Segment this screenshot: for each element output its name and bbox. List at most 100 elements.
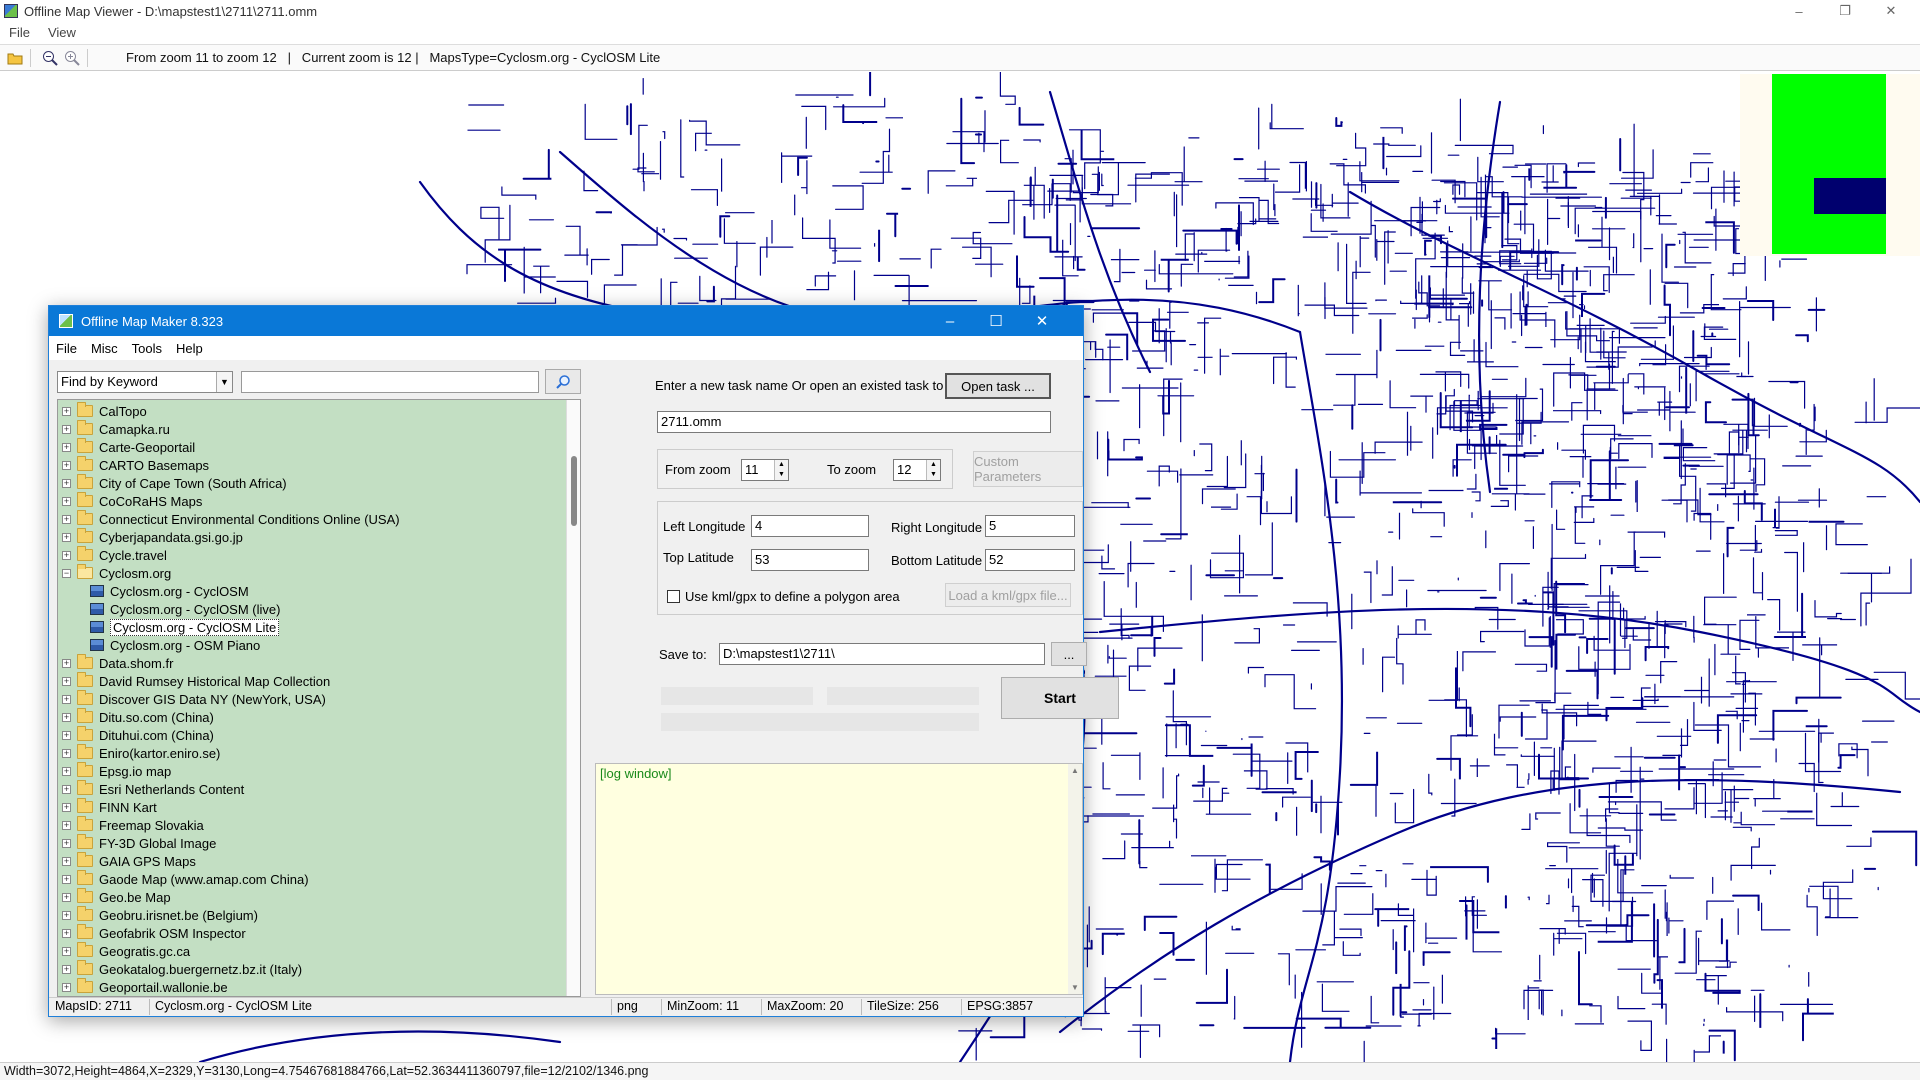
expand-icon[interactable]: +	[62, 460, 71, 470]
tree-folder-item[interactable]: + CoCoRaHS Maps	[58, 492, 202, 510]
expand-icon[interactable]: +	[62, 550, 71, 560]
expand-icon[interactable]: +	[62, 406, 71, 416]
collapse-icon[interactable]: −	[62, 568, 71, 578]
open-folder-icon[interactable]	[4, 48, 26, 68]
maximize-button[interactable]: ❐	[1822, 0, 1868, 22]
tree-folder-item[interactable]: + Camapka.ru	[58, 420, 170, 438]
tree-folder-item[interactable]: + Eniro(kartor.eniro.se)	[58, 744, 220, 762]
expand-icon[interactable]: +	[62, 928, 71, 938]
tree-map-item[interactable]: Cyclosm.org - CyclOSM	[90, 582, 249, 600]
to-zoom-stepper[interactable]: 12 ▲ ▼	[893, 459, 941, 481]
tree-folder-item[interactable]: + Dituhui.com (China)	[58, 726, 214, 744]
tree-folder-item[interactable]: + Geogratis.gc.ca	[58, 942, 190, 960]
expand-icon[interactable]: +	[62, 766, 71, 776]
tree-folder-item[interactable]: + Gaode Map (www.amap.com China)	[58, 870, 309, 888]
tree-folder-item[interactable]: + FINN Kart	[58, 798, 157, 816]
spin-down-icon[interactable]: ▼	[774, 470, 788, 480]
log-scrollbar[interactable]: ▲ ▼	[1068, 764, 1082, 994]
dialog-menu-help[interactable]: Help	[169, 341, 210, 356]
right-longitude-field[interactable]: 5	[985, 515, 1075, 537]
tree-folder-item[interactable]: + Esri Netherlands Content	[58, 780, 244, 798]
expand-icon[interactable]: +	[62, 892, 71, 902]
dialog-maximize-button[interactable]: ☐	[973, 306, 1019, 336]
task-name-field[interactable]: 2711.omm	[657, 411, 1051, 433]
tree-folder-item[interactable]: + Carte-Geoportail	[58, 438, 195, 456]
zoom-in-icon[interactable]	[61, 48, 83, 68]
chevron-down-icon[interactable]: ▼	[216, 372, 232, 392]
log-window[interactable]: [log window] ▲ ▼	[595, 763, 1083, 995]
save-path-field[interactable]: D:\mapstest1\2711\	[719, 643, 1045, 665]
search-button[interactable]	[545, 369, 581, 394]
tree-folder-item[interactable]: + Data.shom.fr	[58, 654, 173, 672]
expand-icon[interactable]: +	[62, 442, 71, 452]
scroll-down-icon[interactable]: ▼	[1068, 983, 1082, 992]
tree-folder-item[interactable]: + FY-3D Global Image	[58, 834, 216, 852]
tree-folder-item[interactable]: + Geo.be Map	[58, 888, 171, 906]
tree-map-item[interactable]: Cyclosm.org - CyclOSM (live)	[90, 600, 280, 618]
dialog-minimize-button[interactable]: –	[927, 306, 973, 336]
tree-folder-item[interactable]: + CARTO Basemaps	[58, 456, 209, 474]
expand-icon[interactable]: +	[62, 964, 71, 974]
tree-folder-item[interactable]: + Discover GIS Data NY (NewYork, USA)	[58, 690, 326, 708]
tree-folder-item[interactable]: + Cycle.travel	[58, 546, 167, 564]
tree-folder-item[interactable]: + City of Cape Town (South Africa)	[58, 474, 287, 492]
find-mode-select[interactable]: Find by Keyword ▼	[57, 371, 233, 393]
from-zoom-stepper[interactable]: 11 ▲ ▼	[741, 459, 789, 481]
minimap[interactable]	[1740, 74, 1920, 256]
expand-icon[interactable]: +	[62, 730, 71, 740]
tree-folder-item[interactable]: + Geokatalog.buergernetz.bz.it (Italy)	[58, 960, 302, 978]
dialog-menu-tools[interactable]: Tools	[125, 341, 169, 356]
expand-icon[interactable]: +	[62, 712, 71, 722]
tree-map-item[interactable]: Cyclosm.org - OSM Piano	[90, 636, 260, 654]
spin-down-icon[interactable]: ▼	[926, 470, 940, 480]
dialog-menu-misc[interactable]: Misc	[84, 341, 125, 356]
expand-icon[interactable]: +	[62, 982, 71, 992]
menu-file[interactable]: File	[0, 25, 39, 40]
zoom-out-icon[interactable]	[39, 48, 61, 68]
scrollbar-thumb[interactable]	[571, 456, 577, 526]
expand-icon[interactable]: +	[62, 658, 71, 668]
expand-icon[interactable]: +	[62, 838, 71, 848]
expand-icon[interactable]: +	[62, 424, 71, 434]
custom-parameters-button[interactable]: Custom Parameters	[973, 451, 1083, 487]
tree-folder-item[interactable]: + Cyberjapandata.gsi.go.jp	[58, 528, 243, 546]
dialog-close-button[interactable]: ✕	[1019, 306, 1065, 336]
top-latitude-field[interactable]: 53	[751, 549, 869, 571]
tree-folder-item[interactable]: + David Rumsey Historical Map Collection	[58, 672, 330, 690]
expand-icon[interactable]: +	[62, 784, 71, 794]
expand-icon[interactable]: +	[62, 748, 71, 758]
dialog-menu-file[interactable]: File	[49, 341, 84, 356]
expand-icon[interactable]: +	[62, 802, 71, 812]
left-longitude-field[interactable]: 4	[751, 515, 869, 537]
open-task-button[interactable]: Open task ...	[945, 373, 1051, 399]
tree-folder-item[interactable]: + Connecticut Environmental Conditions On…	[58, 510, 400, 528]
expand-icon[interactable]: +	[62, 532, 71, 542]
expand-icon[interactable]: +	[62, 514, 71, 524]
tree-folder-item[interactable]: + Ditu.so.com (China)	[58, 708, 214, 726]
tree-folder-item[interactable]: + CalTopo	[58, 402, 147, 420]
bottom-latitude-field[interactable]: 52	[985, 549, 1075, 571]
minimap-viewport[interactable]	[1814, 178, 1886, 214]
expand-icon[interactable]: +	[62, 946, 71, 956]
expand-icon[interactable]: +	[62, 910, 71, 920]
close-button[interactable]: ✕	[1868, 0, 1914, 22]
expand-icon[interactable]: +	[62, 856, 71, 866]
tree-folder-item[interactable]: + Epsg.io map	[58, 762, 171, 780]
expand-icon[interactable]: +	[62, 694, 71, 704]
tree-folder-item[interactable]: + Geobru.irisnet.be (Belgium)	[58, 906, 258, 924]
tree-folder-item[interactable]: + Freemap Slovakia	[58, 816, 204, 834]
expand-icon[interactable]: +	[62, 496, 71, 506]
load-kml-button[interactable]: Load a kml/gpx file...	[945, 583, 1071, 607]
expand-icon[interactable]: +	[62, 820, 71, 830]
browse-button[interactable]: ...	[1051, 642, 1087, 666]
tree-folder-item[interactable]: + Geofabrik OSM Inspector	[58, 924, 246, 942]
expand-icon[interactable]: +	[62, 676, 71, 686]
scroll-up-icon[interactable]: ▲	[1068, 766, 1082, 775]
expand-icon[interactable]: +	[62, 478, 71, 488]
minimize-button[interactable]: –	[1776, 0, 1822, 22]
kml-polygon-checkbox[interactable]	[667, 590, 680, 603]
start-button[interactable]: Start	[1001, 677, 1119, 719]
map-source-tree[interactable]: + CalTopo + Camapka.ru + Carte-Geoportail + CAR…	[57, 399, 581, 997]
tree-folder-item[interactable]: + Geoportail.wallonie.be	[58, 978, 228, 996]
tree-folder-item[interactable]: − Cyclosm.org	[58, 564, 171, 582]
